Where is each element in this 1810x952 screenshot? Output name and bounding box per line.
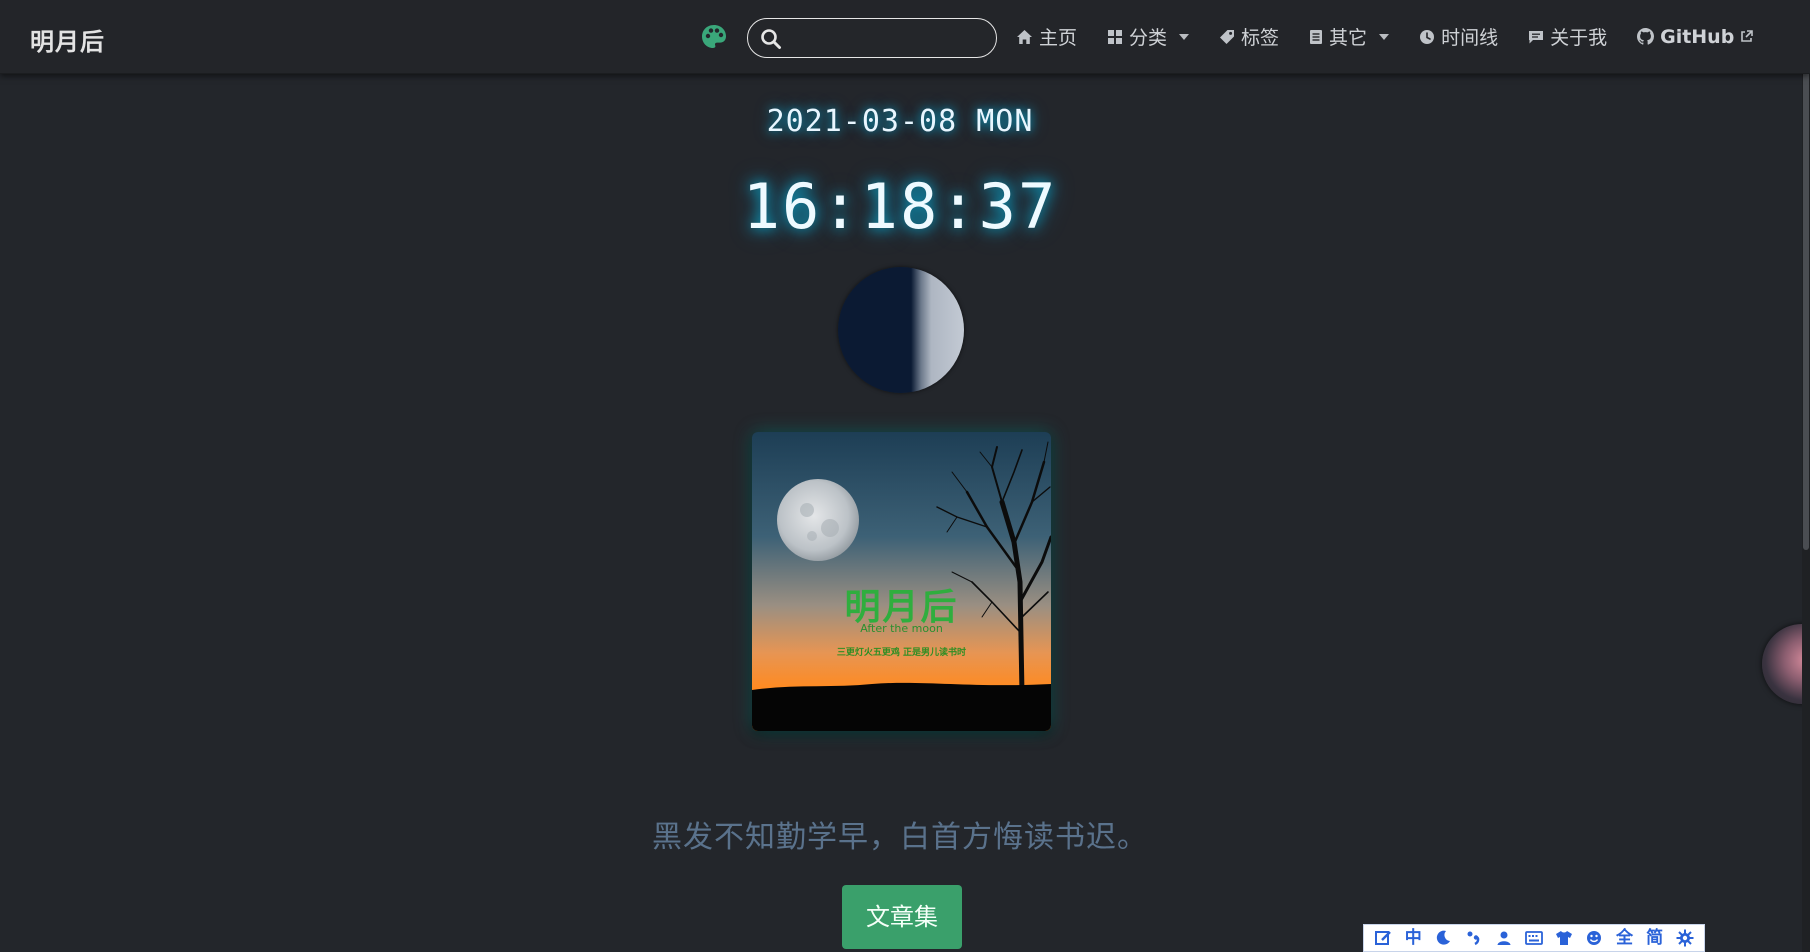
nav-categories[interactable]: 分类 — [1107, 23, 1190, 50]
nav-categories-label: 分类 — [1129, 27, 1168, 49]
ime-simplified[interactable]: 简 — [1642, 925, 1668, 951]
nav-tags-label: 标签 — [1241, 27, 1280, 49]
nav-timeline-label: 时间线 — [1441, 27, 1499, 49]
scrollbar[interactable] — [1802, 0, 1810, 952]
scrollbar-thumb[interactable] — [1803, 2, 1809, 550]
ime-toolbar: 中 全 简 — [1363, 924, 1705, 952]
keyboard-icon[interactable] — [1521, 931, 1547, 945]
nav-timeline[interactable]: 时间线 — [1419, 23, 1498, 50]
user-icon[interactable] — [1491, 930, 1517, 946]
moon-phase-icon — [838, 267, 964, 393]
search-box[interactable] — [747, 18, 997, 58]
motto-quote: 黑发不知勤学早，白首方悔读书迟。 — [652, 820, 1148, 855]
nav-home-label: 主页 — [1039, 27, 1078, 49]
articles-button[interactable]: 文章集 — [842, 885, 962, 949]
clock-time: 16:18:37 — [742, 170, 1058, 243]
grid-icon — [1107, 29, 1123, 45]
book-icon — [1309, 29, 1323, 45]
tag-icon — [1219, 29, 1235, 45]
search-input[interactable] — [788, 24, 988, 52]
logo-poem: 三更灯火五更鸡 正是男儿读书时 — [836, 648, 967, 658]
skin-shirt-icon[interactable] — [1551, 930, 1577, 946]
gear-icon[interactable] — [1672, 929, 1698, 947]
message-icon — [1528, 29, 1544, 45]
emoji-icon[interactable] — [1581, 930, 1607, 946]
nav-tags[interactable]: 标签 — [1219, 23, 1279, 50]
palette-icon[interactable] — [700, 23, 728, 51]
site-brand[interactable]: 明月后 — [30, 22, 105, 57]
nav-about-label: 关于我 — [1550, 27, 1608, 49]
nav-github[interactable]: GitHub — [1637, 25, 1754, 48]
chevron-down-icon — [1179, 33, 1190, 40]
ime-fullwidth[interactable]: 全 — [1611, 925, 1637, 951]
nav-other-label: 其它 — [1329, 27, 1368, 49]
nav-other[interactable]: 其它 — [1309, 23, 1390, 50]
nav-about[interactable]: 关于我 — [1528, 23, 1607, 50]
nav-github-label: GitHub — [1660, 25, 1735, 48]
moon-icon[interactable] — [1430, 930, 1456, 946]
chevron-down-icon — [1379, 33, 1390, 40]
ime-mode-chinese[interactable]: 中 — [1400, 925, 1426, 951]
external-link-icon — [1740, 30, 1754, 43]
search-icon — [761, 29, 781, 49]
punctuation-icon[interactable] — [1461, 930, 1487, 946]
site-logo-image: 明月后 After the moon 三更灯火五更鸡 正是男儿读书时 — [752, 432, 1051, 731]
home-icon — [1016, 29, 1033, 45]
github-icon — [1637, 28, 1655, 45]
logo-subtitle: After the moon — [860, 622, 943, 635]
clock-date: 2021-03-08 MON — [766, 104, 1034, 139]
ime-edit-icon[interactable] — [1370, 929, 1396, 947]
top-navbar: 明月后 主页 分类 标签 其它 时间线 关于我 GitHub — [0, 0, 1810, 74]
nav-home[interactable]: 主页 — [1016, 23, 1077, 50]
nav-menu: 主页 分类 标签 其它 时间线 关于我 GitHub — [1016, 0, 1754, 73]
clock-icon — [1419, 29, 1435, 45]
